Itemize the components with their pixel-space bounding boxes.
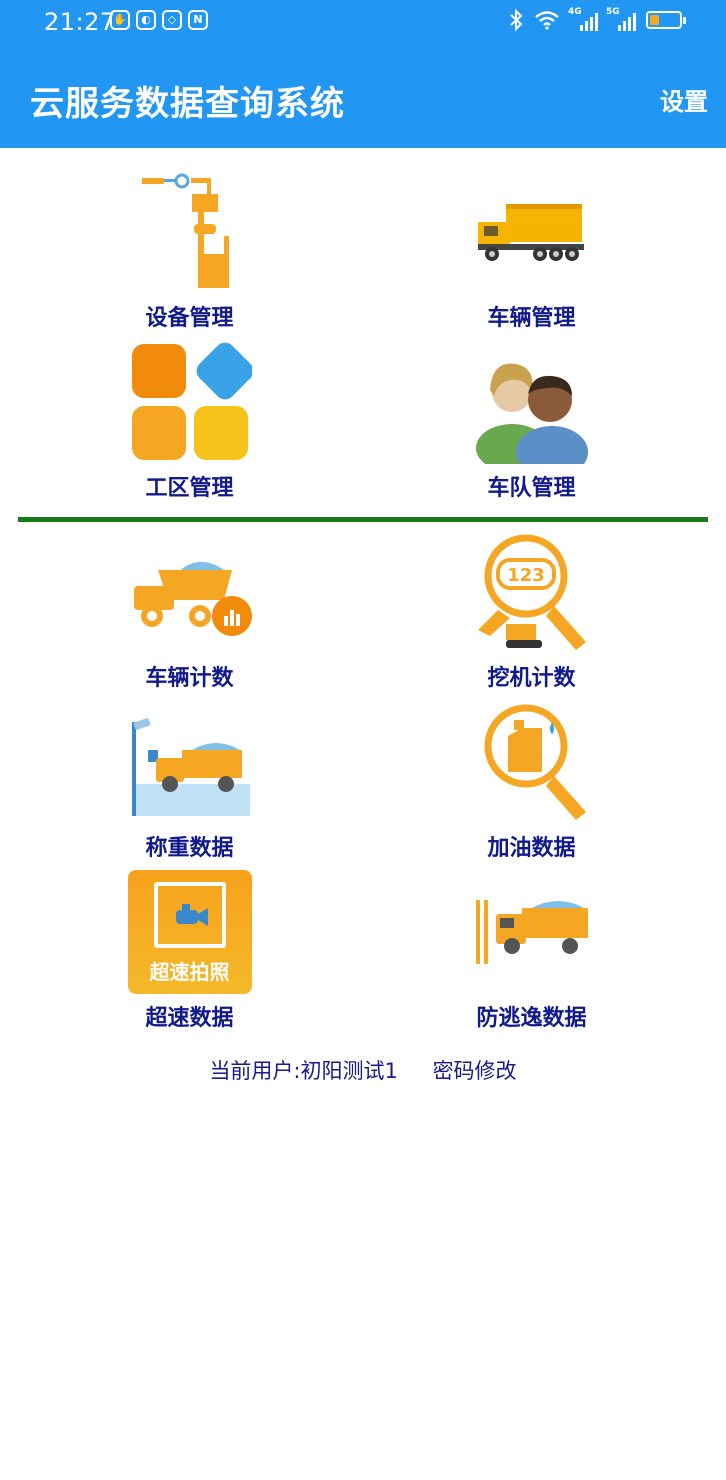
notification-icons: ✋ ◐ ◇ N xyxy=(110,10,208,30)
tile-device-management[interactable]: 设备管理 xyxy=(8,148,371,331)
tile-label: 防逃逸数据 xyxy=(476,1006,587,1031)
net-5g-label: 5G xyxy=(606,7,620,17)
dump-truck-icon xyxy=(477,204,584,261)
system-icons: 4G 5G xyxy=(508,7,686,31)
fuel-search-icon xyxy=(484,704,586,820)
tile-vehicle-management[interactable]: 车辆管理 xyxy=(350,148,713,331)
nfc-icon: N xyxy=(188,10,208,30)
current-user-label: 当前用户:初阳测试1 xyxy=(209,1059,398,1083)
tile-label: 工区管理 xyxy=(145,476,234,501)
speed-photo-text: 超速拍照 xyxy=(149,960,230,984)
wifi-icon xyxy=(535,11,559,30)
workzone-tiles-icon xyxy=(131,342,252,460)
tile-weighing-data[interactable]: 称重数据 xyxy=(8,678,371,861)
svg-text:123: 123 xyxy=(507,565,545,586)
anti-escape-icon xyxy=(475,900,588,964)
signal-5g-icon: 5G xyxy=(606,7,636,31)
tile-fuel-data[interactable]: 加油数据 xyxy=(350,678,713,861)
weighing-icon xyxy=(131,718,250,816)
hand-icon: ✋ xyxy=(110,10,130,30)
tile-excavator-count[interactable]: 123 挖机计数 xyxy=(350,508,713,691)
app-bar: 21:27 ✋ ◐ ◇ N 4G 5G 云服务数据查询系统 设置 xyxy=(0,0,726,148)
speed-photo-icon: 超速拍照 xyxy=(127,870,252,994)
tile-vehicle-count[interactable]: 车辆计数 xyxy=(8,508,371,691)
status-bar: 21:27 ✋ ◐ ◇ N 4G 5G xyxy=(0,0,726,44)
excavator-count-icon: 123 xyxy=(477,534,586,650)
tile-fleet-management[interactable]: 车队管理 xyxy=(350,318,713,501)
footer: 当前用户:初阳测试1 密码修改 xyxy=(0,1055,726,1085)
truck-count-icon xyxy=(133,561,252,636)
signal-4g-icon: 4G xyxy=(568,7,598,31)
tile-anti-escape-data[interactable]: 防逃逸数据 xyxy=(350,848,713,1031)
equipment-pole-icon xyxy=(141,173,229,288)
tile-speeding-data[interactable]: 超速拍照 超速数据 xyxy=(8,848,371,1031)
fleet-people-icon xyxy=(475,363,588,464)
page-title: 云服务数据查询系统 xyxy=(30,84,345,124)
tile-label: 超速数据 xyxy=(145,1006,234,1031)
battery-icon xyxy=(646,11,686,29)
tile-label: 车队管理 xyxy=(487,476,576,501)
settings-button[interactable]: 设置 xyxy=(660,82,708,117)
status-time: 21:27 xyxy=(44,8,116,36)
net-4g-label: 4G xyxy=(568,7,582,17)
password-change-link[interactable]: 密码修改 xyxy=(433,1059,517,1083)
app-notification-icon: ◇ xyxy=(162,10,182,30)
browser-icon: ◐ xyxy=(136,10,156,30)
bluetooth-icon xyxy=(510,9,523,31)
tile-workzone-management[interactable]: 工区管理 xyxy=(8,318,371,501)
